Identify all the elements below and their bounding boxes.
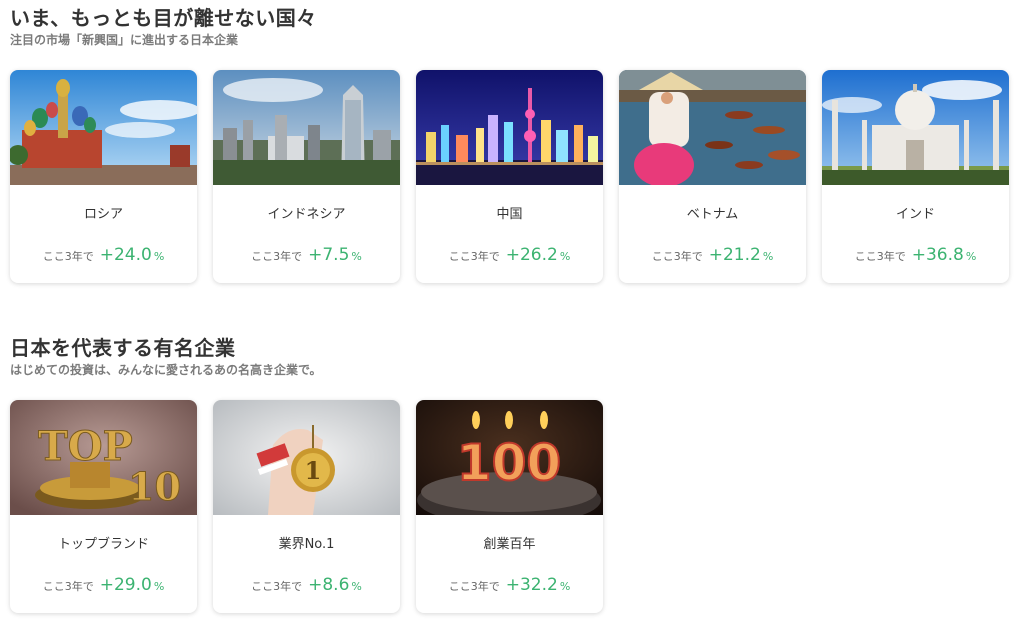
performance-label: ここ3年で xyxy=(251,580,303,593)
performance-label: ここ3年で xyxy=(651,250,703,263)
performance-value: +21.2 xyxy=(708,245,761,265)
section-title: 日本を代表する有名企業 xyxy=(10,336,236,360)
card-title: トップブランド xyxy=(57,537,149,552)
performance-unit: % xyxy=(965,250,977,263)
performance: ここ3年で +8.6% xyxy=(213,574,400,598)
performance-unit: % xyxy=(153,250,165,263)
performance-label: ここ3年で xyxy=(854,250,906,263)
theme-card-vietnam[interactable]: ベトナム ここ3年で +21.2% xyxy=(619,70,806,283)
theme-card-industry-no1[interactable]: 1 業界No.1 ここ3年で +8.6% xyxy=(213,400,400,613)
performance-unit: % xyxy=(559,580,571,593)
theme-card-russia[interactable]: ロシア ここ3年で +24.0% xyxy=(10,70,197,283)
famous-companies-section: 日本を代表する有名企業 はじめての投資は、みんなに愛されるあの名高き企業で。 T… xyxy=(10,334,603,613)
performance: ここ3年で +21.2% xyxy=(619,244,806,268)
emerging-markets-section: いま、もっとも目が離せない国々 注目の市場「新興国」に進出する日本企業 ロシア … xyxy=(10,4,1009,283)
card-row: ロシア ここ3年で +24.0% インドネシア ここ3年で +7.5 % 中国 … xyxy=(10,70,1009,283)
performance-unit: % xyxy=(762,250,774,263)
performance: ここ3年で +24.0% xyxy=(10,244,197,268)
card-title: ロシア xyxy=(83,207,123,222)
performance: ここ3年で +36.8% xyxy=(822,244,1009,268)
card-title: 創業百年 xyxy=(483,537,536,552)
theme-card-indonesia[interactable]: インドネシア ここ3年で +7.5% xyxy=(213,70,400,283)
performance-label: ここ3年で xyxy=(251,250,303,263)
card-title: インドネシア xyxy=(267,207,346,222)
performance-label: ここ3年で xyxy=(448,250,500,263)
card-row: TOP 10 トップブランド ここ3年で +29.0% 1 業界No.1 ここ3… xyxy=(10,400,603,613)
card-title: 業界No.1 xyxy=(278,537,335,552)
performance-label: ここ3年で xyxy=(448,580,500,593)
vietnam-boats-image xyxy=(619,70,806,185)
top-image-text: TOP xyxy=(38,423,133,470)
section-title: いま、もっとも目が離せない国々 xyxy=(10,6,317,30)
hundred-image-text: 100 xyxy=(457,434,561,492)
performance-value: +32.2 xyxy=(505,575,558,595)
card-title: ベトナム xyxy=(686,207,739,222)
performance-value: +29.0 xyxy=(99,575,152,595)
theme-card-top-brand[interactable]: TOP 10 トップブランド ここ3年で +29.0% xyxy=(10,400,197,613)
section-subtitle: 注目の市場「新興国」に進出する日本企業 xyxy=(10,33,239,47)
theme-card-century-founded[interactable]: 100 創業百年 ここ3年で +32.2% xyxy=(416,400,603,613)
shanghai-night-image xyxy=(416,70,603,185)
theme-card-china[interactable]: 中国 ここ3年で +26.2% xyxy=(416,70,603,283)
performance-value: +36.8 xyxy=(911,245,964,265)
russia-cathedral-image xyxy=(10,70,197,185)
performance: ここ3年で +29.0% xyxy=(10,574,197,598)
section-subtitle: はじめての投資は、みんなに愛されるあの名高き企業で。 xyxy=(10,363,322,377)
performance-label: ここ3年で xyxy=(42,250,94,263)
performance: ここ3年で +32.2% xyxy=(416,574,603,598)
candles-100-image: 100 xyxy=(416,400,603,515)
performance-value: +26.2 xyxy=(505,245,558,265)
performance-label: ここ3年で xyxy=(42,580,94,593)
performance-unit: % xyxy=(351,250,362,263)
card-title: インド xyxy=(895,207,935,222)
theme-card-india[interactable]: インド ここ3年で +36.8% xyxy=(822,70,1009,283)
taj-mahal-image xyxy=(822,70,1009,185)
performance-unit: % xyxy=(559,250,571,263)
top10-trophy-image: TOP 10 xyxy=(10,400,197,515)
medal-image-text: 1 xyxy=(305,456,322,485)
performance-value: +8.6 xyxy=(308,575,350,595)
performance-unit: % xyxy=(351,580,362,593)
performance-value: +24.0 xyxy=(99,245,152,265)
performance-value: +7.5 xyxy=(308,245,350,265)
ten-image-text: 10 xyxy=(128,464,181,509)
card-title: 中国 xyxy=(496,207,523,222)
gold-medal-image: 1 xyxy=(213,400,400,515)
performance: ここ3年で +7.5% xyxy=(213,244,400,268)
performance-unit: % xyxy=(153,580,165,593)
jakarta-skyline-image xyxy=(213,70,400,185)
performance: ここ3年で +26.2% xyxy=(416,244,603,268)
